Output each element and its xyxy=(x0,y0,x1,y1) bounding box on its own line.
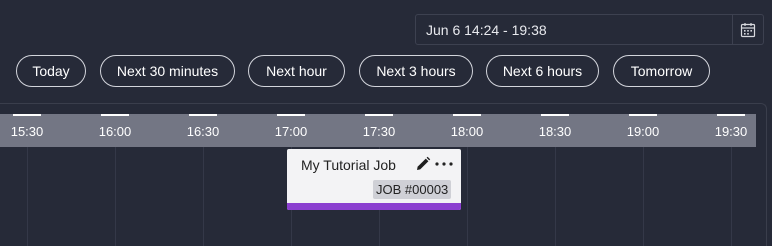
tick-mark xyxy=(541,114,569,116)
job-title: My Tutorial Job xyxy=(301,157,396,173)
job-card[interactable]: My Tutorial Job JOB #00003 xyxy=(287,149,461,210)
preset-today-button[interactable]: Today xyxy=(16,55,86,87)
date-range-field[interactable]: Jun 6 14:24 - 19:38 xyxy=(415,14,764,45)
time-label: 18:30 xyxy=(538,124,572,139)
timeline[interactable]: 15:30 16:00 16:30 17:00 17:30 18:00 18:3… xyxy=(0,103,767,246)
tick-mark xyxy=(365,114,393,116)
time-label: 18:00 xyxy=(450,124,484,139)
time-label: 17:00 xyxy=(274,124,308,139)
time-label: 17:30 xyxy=(362,124,396,139)
tick-mark xyxy=(717,114,745,116)
pencil-icon xyxy=(417,156,431,170)
tick-mark xyxy=(629,114,657,116)
calendar-button[interactable] xyxy=(732,15,763,44)
preset-next-3-hours-button[interactable]: Next 3 hours xyxy=(359,55,473,87)
time-label: 16:00 xyxy=(98,124,132,139)
tick-mark xyxy=(189,114,217,116)
preset-next-6-hours-button[interactable]: Next 6 hours xyxy=(486,55,599,87)
preset-next-30-minutes-button[interactable]: Next 30 minutes xyxy=(100,55,235,87)
time-label: 15:30 xyxy=(10,124,44,139)
grid-line xyxy=(27,147,28,246)
job-accent-bar xyxy=(287,203,461,210)
grid-line xyxy=(555,147,556,246)
edit-job-button[interactable] xyxy=(414,155,432,173)
tick-mark xyxy=(101,114,129,116)
grid-line xyxy=(731,147,732,246)
tick-mark xyxy=(13,114,41,116)
preset-tomorrow-button[interactable]: Tomorrow xyxy=(613,55,710,87)
more-horizontal-icon xyxy=(435,162,453,166)
timeline-header: 15:30 16:00 16:30 17:00 17:30 18:00 18:3… xyxy=(0,114,756,147)
tick-mark xyxy=(277,114,305,116)
time-label: 19:30 xyxy=(714,124,748,139)
preset-next-hour-button[interactable]: Next hour xyxy=(248,55,345,87)
time-label: 16:30 xyxy=(186,124,220,139)
time-label: 19:00 xyxy=(626,124,660,139)
date-range-value[interactable]: Jun 6 14:24 - 19:38 xyxy=(416,22,732,38)
job-id-badge: JOB #00003 xyxy=(373,180,452,199)
tick-mark xyxy=(453,114,481,116)
grid-line xyxy=(203,147,204,246)
job-more-button[interactable] xyxy=(433,155,455,173)
calendar-icon xyxy=(740,22,756,37)
grid-line xyxy=(467,147,468,246)
grid-line xyxy=(643,147,644,246)
grid-line xyxy=(115,147,116,246)
